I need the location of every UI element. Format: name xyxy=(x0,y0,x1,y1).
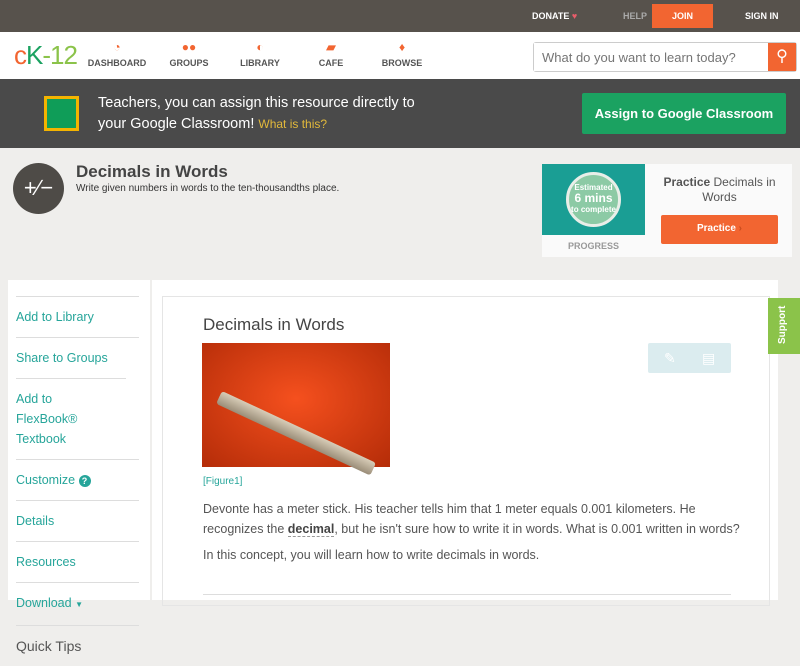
main-nav: cK-12 ◔ DASHBOARD ●● GROUPS ◐ LIBRARY ▰ CAFE… xyxy=(0,32,800,79)
concept-title: Decimals in Words xyxy=(203,315,345,334)
complete-label: to complete xyxy=(571,205,616,214)
practice-button-label: Practice xyxy=(696,223,736,234)
dashboard-icon: ◔ xyxy=(113,40,121,54)
search-box: ⚲ xyxy=(533,42,797,72)
resources-link[interactable]: Resources xyxy=(16,541,139,582)
page-title: Decimals in Words xyxy=(76,162,228,181)
nav-groups[interactable]: ●● GROUPS xyxy=(154,40,224,68)
nav-label: LIBRARY xyxy=(240,58,280,68)
practice-title-rest: Decimals in Words xyxy=(702,175,776,204)
help-icon[interactable]: ? xyxy=(78,475,91,487)
groups-icon: ●● xyxy=(181,40,197,54)
customize-link[interactable]: Customize ? xyxy=(16,459,139,500)
practice-title-bold: Practice xyxy=(663,175,711,189)
download-label: Download xyxy=(16,596,72,610)
add-to-library-link[interactable]: Add to Library xyxy=(16,296,139,337)
divider xyxy=(203,594,731,595)
share-to-groups-link[interactable]: Share to Groups xyxy=(16,337,139,378)
donate-label: DONATE xyxy=(532,11,570,21)
nav-library[interactable]: ◐ LIBRARY xyxy=(225,40,295,68)
join-button[interactable]: JOIN xyxy=(652,4,713,28)
search-icon: ⚲ xyxy=(776,48,788,65)
assign-google-classroom-button[interactable]: Assign to Google Classroom xyxy=(582,93,786,134)
add-to-flexbook-link[interactable]: Add to FlexBook® Textbook xyxy=(16,378,126,459)
support-tab[interactable]: Support xyxy=(768,298,800,354)
banner-line1: Teachers, you can assign this resource d… xyxy=(98,95,415,111)
nav-label: BROWSE xyxy=(381,58,423,68)
practice-button[interactable]: Practice › xyxy=(661,215,778,244)
caret-down-icon: ▼ xyxy=(75,600,83,609)
details-link[interactable]: Details xyxy=(16,500,139,541)
figure-caption: [Figure1] xyxy=(203,476,243,487)
logo-12: -12 xyxy=(42,40,78,70)
nav-label: GROUPS xyxy=(169,58,209,68)
help-link[interactable]: HELP xyxy=(623,0,647,32)
chevron-right-icon: › xyxy=(738,223,743,234)
cafe-icon: ▰ xyxy=(326,40,336,54)
page-subtitle: Write given numbers in words to the ten-… xyxy=(76,183,340,194)
google-classroom-icon xyxy=(44,96,79,131)
browse-icon: ♦ xyxy=(398,40,406,54)
top-bar: DONATE ♥ HELP JOIN SIGN IN xyxy=(0,0,800,32)
decimal-term-link[interactable]: decimal xyxy=(287,522,335,537)
download-link[interactable]: Download ▼ xyxy=(16,582,139,625)
concept-text: Devonte has a meter stick. His teacher t… xyxy=(203,499,743,565)
what-is-this-link[interactable]: What is this? xyxy=(258,117,327,131)
nav-dashboard[interactable]: ◔ DASHBOARD xyxy=(82,40,152,68)
notes-icon[interactable]: ▤ xyxy=(702,343,715,373)
para1-end: , but he isn't sure how to write it in w… xyxy=(334,522,740,536)
practice-card: Estimated 6 mins to complete PROGRESS Prac… xyxy=(542,164,792,257)
ck12-logo[interactable]: cK-12 xyxy=(14,40,78,71)
customize-label: Customize xyxy=(16,473,76,487)
nav-browse[interactable]: ♦ BROWSE xyxy=(367,40,437,68)
nav-cafe[interactable]: ▰ CAFE xyxy=(296,40,366,68)
quick-tips-heading: Quick Tips xyxy=(16,625,139,666)
nav-label: CAFE xyxy=(318,58,344,68)
logo-c: c xyxy=(14,40,27,70)
practice-image: Estimated 6 mins to complete xyxy=(542,164,645,235)
donate-link[interactable]: DONATE ♥ xyxy=(532,0,577,32)
content-area: Decimals in Words ✎ ▤ [Figure1] Devonte h… xyxy=(152,280,778,606)
sidebar: Add to Library Share to Groups Add to Fl… xyxy=(8,280,150,654)
banner-text: Teachers, you can assign this resource d… xyxy=(98,93,415,135)
nav-label: DASHBOARD xyxy=(87,58,147,68)
support-label: Support xyxy=(777,305,788,344)
search-input[interactable] xyxy=(534,43,764,71)
google-classroom-banner: Teachers, you can assign this resource d… xyxy=(0,79,800,148)
para2: In this concept, you will learn how to w… xyxy=(203,548,540,562)
heart-icon: ♥ xyxy=(571,11,578,21)
progress-label: PROGRESS xyxy=(567,241,619,251)
pencil-icon[interactable]: ✎ xyxy=(664,343,676,373)
mins-label: 6 mins xyxy=(574,191,613,205)
sign-in-link[interactable]: SIGN IN xyxy=(745,0,779,32)
banner-line2: your Google Classroom! xyxy=(98,116,255,132)
ruler-image xyxy=(202,343,390,476)
estimate-circle: Estimated 6 mins to complete xyxy=(566,172,621,227)
logo-k: K xyxy=(26,40,43,70)
annotation-tools: ✎ ▤ xyxy=(648,343,731,373)
search-button[interactable]: ⚲ xyxy=(768,43,796,71)
library-icon: ◐ xyxy=(256,40,264,54)
practice-title: Practice Decimals in Words xyxy=(652,175,787,205)
plus-minus-icon: +∕− xyxy=(13,163,64,214)
concept-card: Decimals in Words ✎ ▤ [Figure1] Devonte h… xyxy=(162,296,770,606)
